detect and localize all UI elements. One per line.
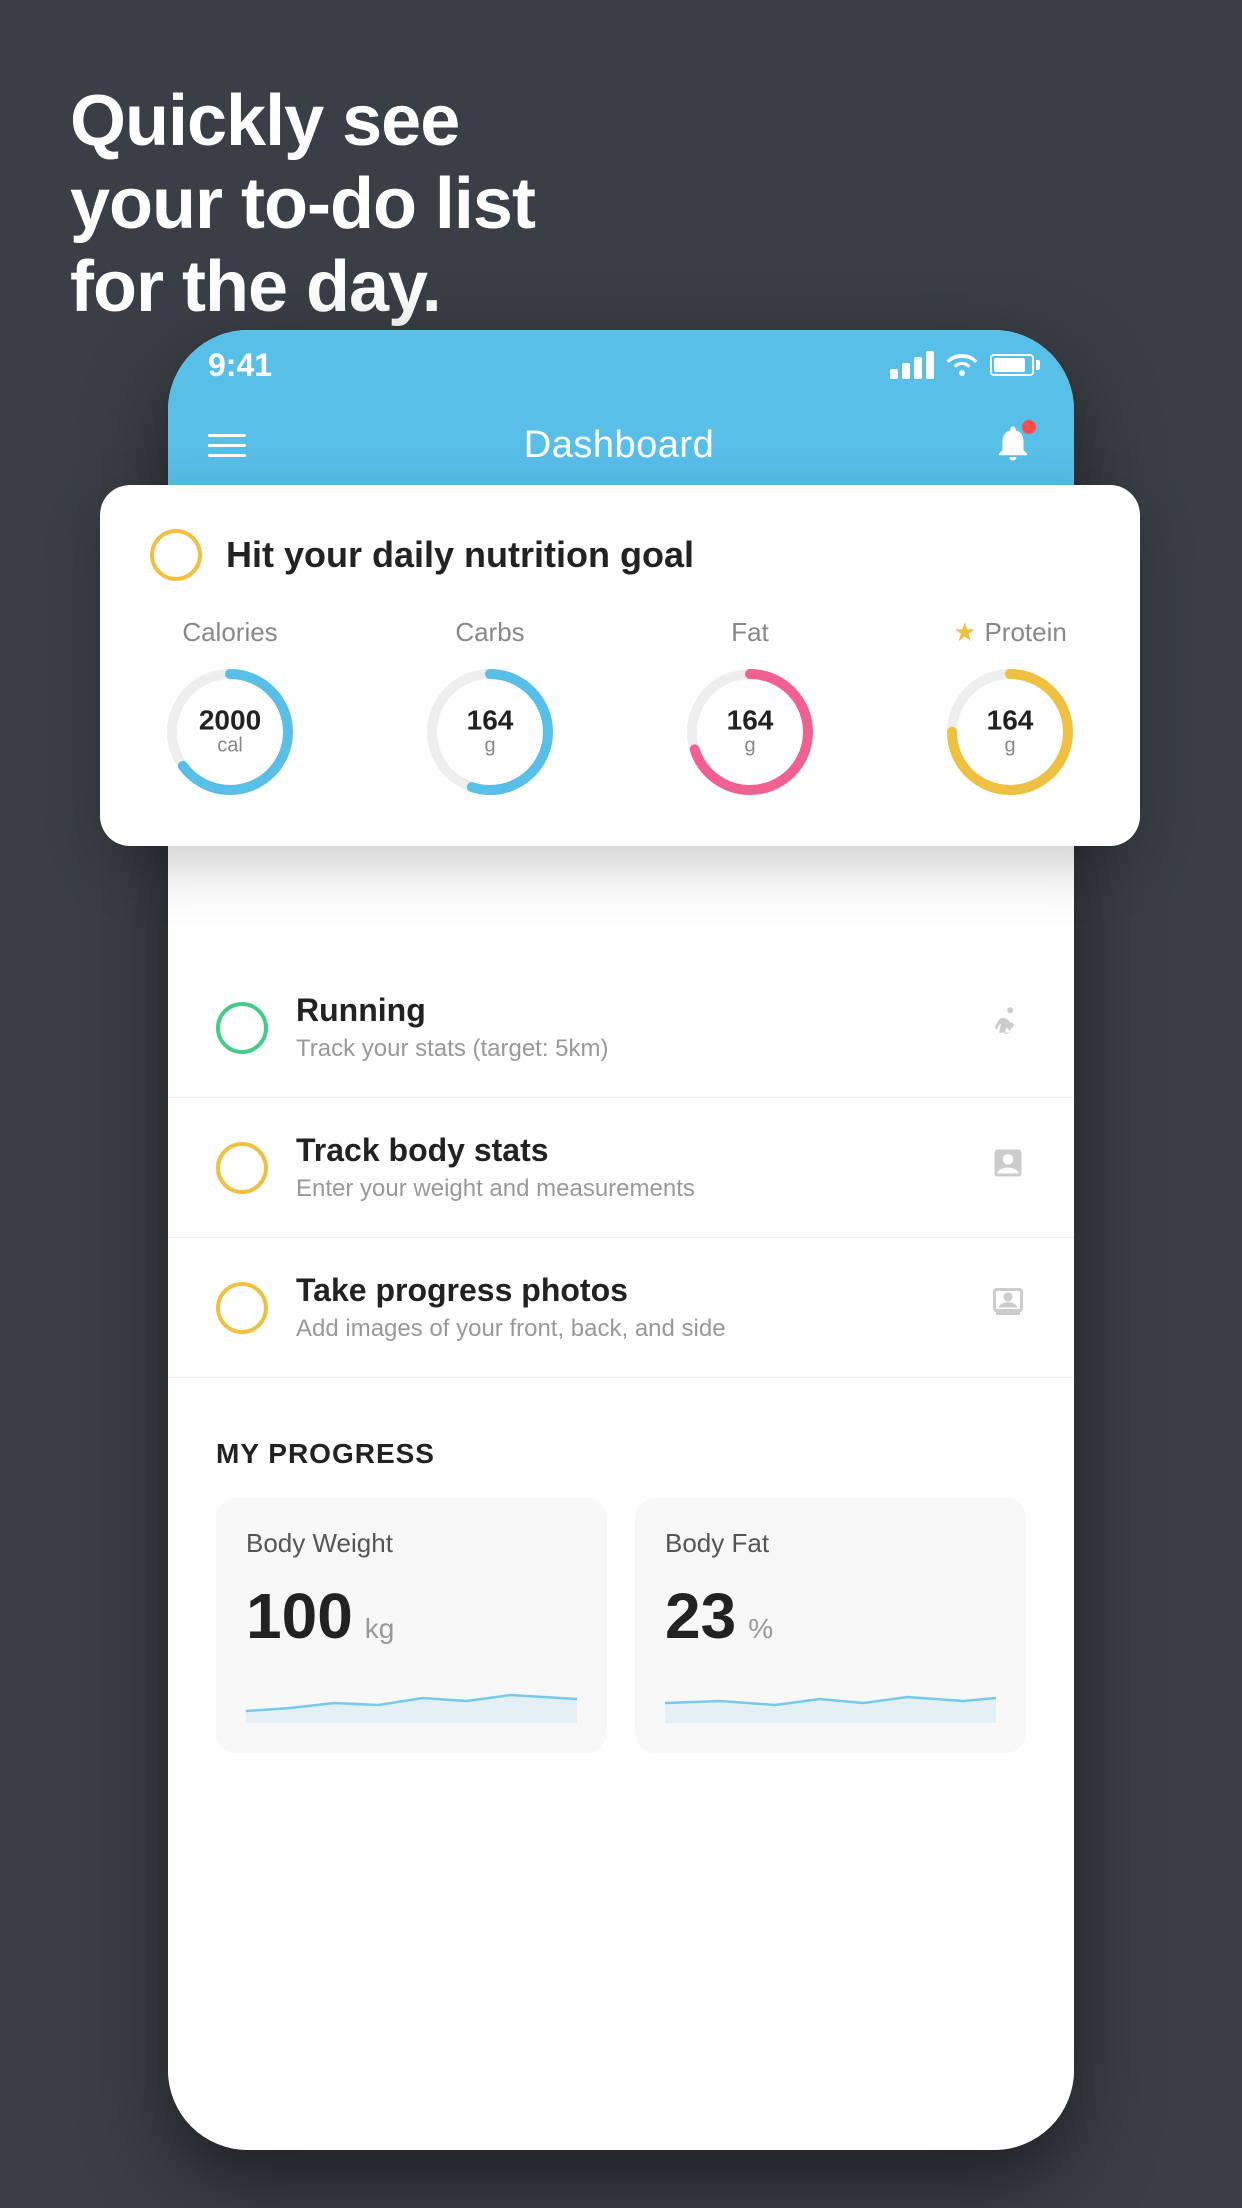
signal-icon [890, 351, 934, 379]
header-title: Dashboard [524, 424, 714, 467]
nutrition-rings: Calories 2000 cal Carbs [150, 617, 1090, 802]
body-fat-chart [665, 1673, 996, 1723]
spacer [168, 1378, 1074, 1438]
todo-subtitle-running: Track your stats (target: 5km) [296, 1035, 990, 1063]
ring-protein-container: 164 g [940, 662, 1080, 802]
ring-fat-container: 164 g [680, 662, 820, 802]
ring-fat-label: Fat [731, 617, 769, 648]
body-fat-card: Body Fat 23 % [635, 1498, 1026, 1753]
status-icons [890, 348, 1034, 383]
progress-section-title: MY PROGRESS [216, 1438, 1026, 1470]
todo-item-body-stats[interactable]: Track body stats Enter your weight and m… [168, 1098, 1074, 1238]
todo-text-progress-photos: Take progress photos Add images of your … [296, 1272, 990, 1343]
ring-carbs: Carbs 164 g [420, 617, 560, 802]
card-todo-title: Hit your daily nutrition goal [226, 534, 694, 576]
body-weight-card: Body Weight 100 kg [216, 1498, 607, 1753]
star-icon: ★ [953, 617, 976, 648]
battery-icon [990, 354, 1034, 376]
ring-fat-value: 164 [727, 707, 774, 735]
todo-circle-body-stats [216, 1142, 268, 1194]
ring-protein: ★ Protein 164 g [940, 617, 1080, 802]
body-weight-title: Body Weight [246, 1528, 577, 1559]
wifi-icon [946, 348, 978, 383]
person-icon [990, 1285, 1026, 1330]
body-fat-unit: % [748, 1613, 773, 1645]
todo-title-progress-photos: Take progress photos [296, 1272, 990, 1309]
my-progress-section: MY PROGRESS Body Weight 100 kg [168, 1438, 1074, 1793]
ring-protein-value: 164 [987, 707, 1034, 735]
ring-protein-unit: g [1004, 735, 1015, 757]
ring-carbs-value: 164 [467, 707, 514, 735]
todo-item-progress-photos[interactable]: Take progress photos Add images of your … [168, 1238, 1074, 1378]
todo-title-running: Running [296, 992, 990, 1029]
hero-line1: Quickly see [70, 80, 535, 163]
todo-subtitle-progress-photos: Add images of your front, back, and side [296, 1315, 990, 1343]
background: Quickly see your to-do list for the day.… [0, 0, 1242, 2208]
ring-carbs-unit: g [484, 735, 495, 757]
ring-protein-label: ★ Protein [953, 617, 1067, 648]
hero-line3: for the day. [70, 246, 535, 329]
ring-carbs-container: 164 g [420, 662, 560, 802]
ring-calories-label: Calories [182, 617, 277, 648]
todo-circle-running [216, 1002, 268, 1054]
hamburger-menu-button[interactable] [208, 434, 246, 457]
ring-calories-value: 2000 [199, 707, 261, 735]
body-weight-value-row: 100 kg [246, 1579, 577, 1653]
todo-checkbox-nutrition[interactable] [150, 529, 202, 581]
ring-fat: Fat 164 g [680, 617, 820, 802]
body-fat-value: 23 [665, 1579, 736, 1653]
ring-calories: Calories 2000 cal [160, 617, 300, 802]
todo-text-body-stats: Track body stats Enter your weight and m… [296, 1132, 990, 1203]
todo-circle-progress-photos [216, 1282, 268, 1334]
card-header-row: Hit your daily nutrition goal [150, 529, 1090, 581]
body-fat-value-row: 23 % [665, 1579, 996, 1653]
todo-title-body-stats: Track body stats [296, 1132, 990, 1169]
ring-fat-unit: g [744, 735, 755, 757]
app-header: Dashboard [168, 400, 1074, 490]
hero-line2: your to-do list [70, 163, 535, 246]
status-bar: 9:41 [168, 330, 1074, 400]
progress-cards: Body Weight 100 kg [216, 1498, 1026, 1753]
notification-dot [1022, 420, 1036, 434]
todo-item-running[interactable]: Running Track your stats (target: 5km) [168, 958, 1074, 1098]
nutrition-goal-card: Hit your daily nutrition goal Calories 2… [100, 485, 1140, 846]
ring-carbs-label: Carbs [455, 617, 524, 648]
todo-subtitle-body-stats: Enter your weight and measurements [296, 1175, 990, 1203]
ring-calories-container: 2000 cal [160, 662, 300, 802]
body-fat-title: Body Fat [665, 1528, 996, 1559]
body-weight-chart [246, 1673, 577, 1723]
notification-bell-button[interactable] [992, 422, 1034, 469]
todo-text-running: Running Track your stats (target: 5km) [296, 992, 990, 1063]
status-time: 9:41 [208, 347, 272, 384]
body-weight-unit: kg [365, 1613, 395, 1645]
shoe-icon [990, 1005, 1026, 1050]
hero-text: Quickly see your to-do list for the day. [70, 80, 535, 328]
body-weight-value: 100 [246, 1579, 353, 1653]
ring-calories-unit: cal [217, 735, 243, 757]
scale-icon [990, 1145, 1026, 1190]
